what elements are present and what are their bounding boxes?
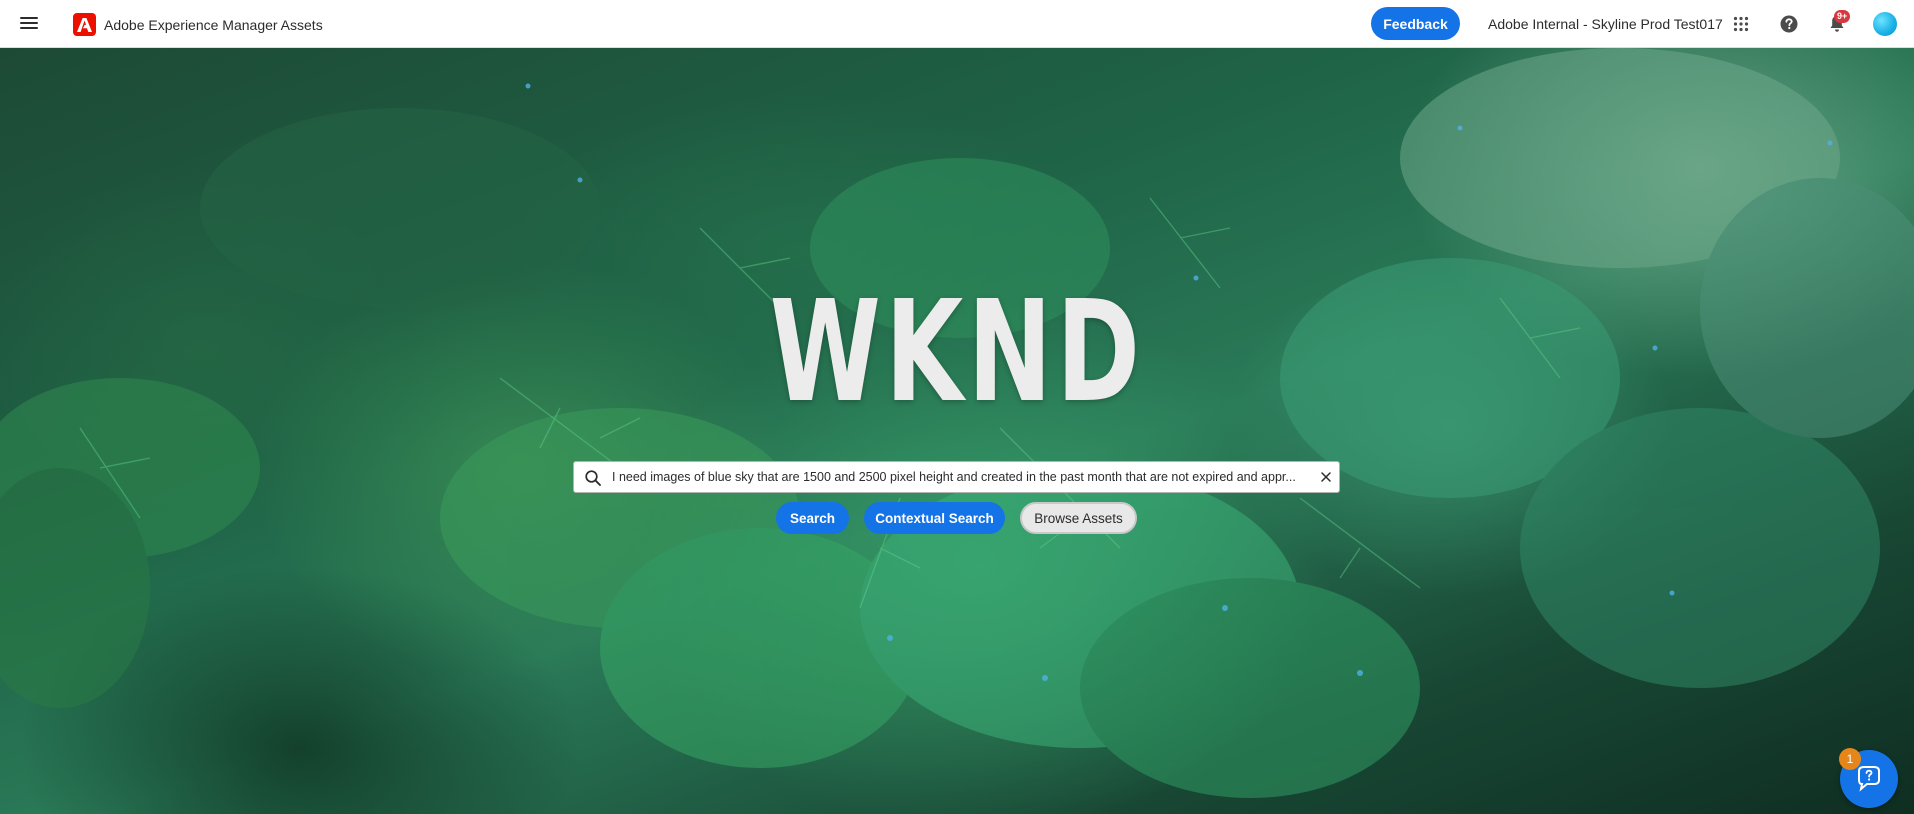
- search-bar[interactable]: [573, 461, 1340, 493]
- browse-assets-button[interactable]: Browse Assets: [1020, 502, 1137, 534]
- menu-icon[interactable]: [20, 14, 38, 32]
- apps-grid-icon[interactable]: [1729, 12, 1753, 36]
- brand[interactable]: Adobe Experience Manager Assets: [73, 13, 323, 36]
- help-icon[interactable]: [1777, 12, 1801, 36]
- org-switcher[interactable]: Adobe Internal - Skyline Prod Test017: [1488, 16, 1723, 32]
- avatar[interactable]: [1873, 12, 1897, 36]
- feedback-button[interactable]: Feedback: [1371, 7, 1460, 40]
- adobe-logo-icon: [73, 13, 96, 36]
- wknd-logo-text: WKND: [769, 271, 1145, 434]
- wknd-logo: WKND: [0, 278, 1914, 456]
- search-input[interactable]: [612, 462, 1302, 492]
- app-title: Adobe Experience Manager Assets: [104, 16, 323, 33]
- clear-icon[interactable]: [1317, 468, 1335, 486]
- top-bar: Adobe Experience Manager Assets Feedback…: [0, 0, 1914, 48]
- search-icon: [584, 469, 602, 487]
- help-badge: 1: [1839, 748, 1861, 770]
- chat-help-icon: [1858, 766, 1880, 792]
- contextual-search-button[interactable]: Contextual Search: [864, 502, 1005, 534]
- notification-badge: 9+: [1834, 10, 1851, 23]
- search-button[interactable]: Search: [776, 502, 849, 534]
